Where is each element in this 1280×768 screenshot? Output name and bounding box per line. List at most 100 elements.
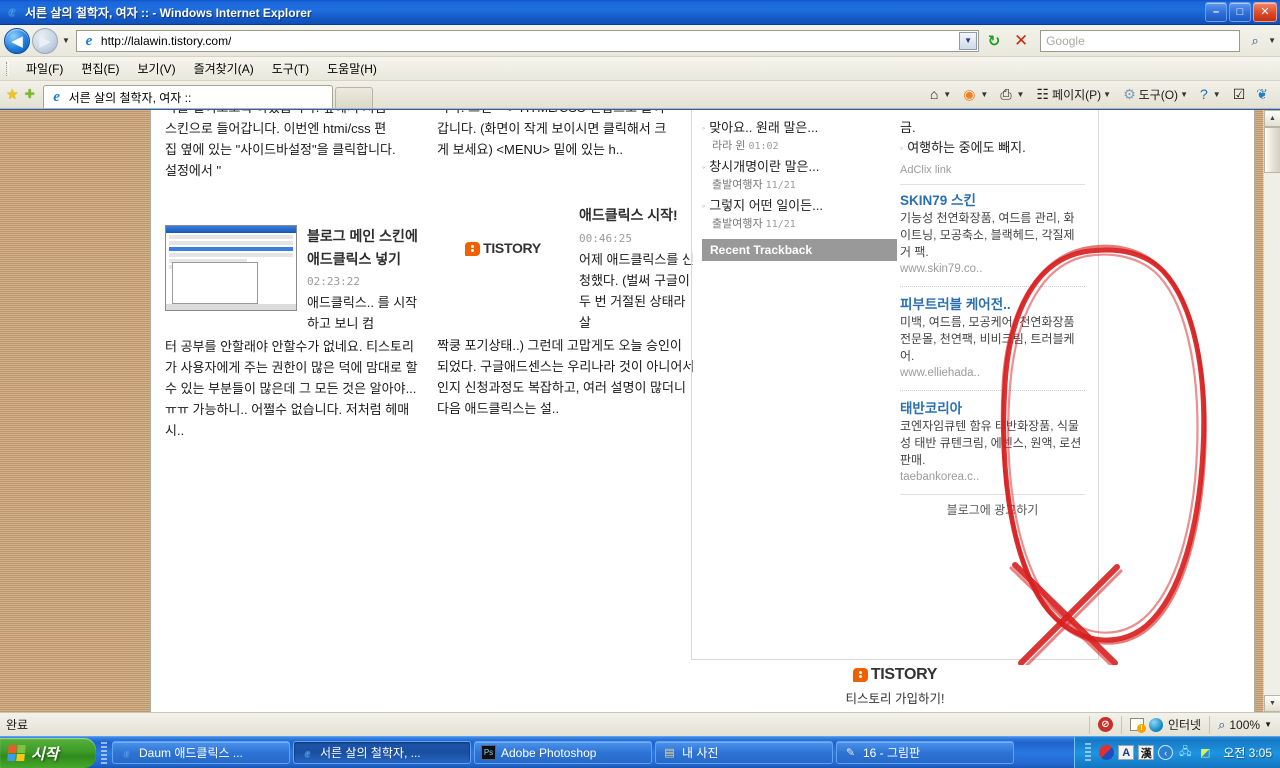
menu-item-help[interactable]: 도움말(H) [318,58,386,79]
comment-time: 11/21 [765,219,796,230]
stop-button[interactable]: ✕ [1009,29,1033,53]
scroll-down-button[interactable]: ▼ [1264,695,1280,712]
maximize-button[interactable]: □ [1229,2,1251,22]
title-bar: e 서른 살의 철학자, 여자 :: - Windows Internet Ex… [0,0,1280,25]
taskbar: 시작 e Daum 애드클릭스 ... e 서른 살의 철학자, ... Ps … [0,736,1280,768]
clipped-sidebar-text-b[interactable]: ◦ 여행하는 중에도 빼지. [900,138,1085,158]
new-tab-button[interactable] [334,87,373,108]
chevron-down-icon[interactable]: ▼ [1264,720,1272,729]
menu-item-view[interactable]: 보기(V) [128,58,184,79]
taskbar-item-blog[interactable]: e 서른 살의 철학자, ... [293,741,471,764]
favorites-star-icon[interactable]: ★ [6,86,19,103]
intro-line-1: 갑니다. (화면이 작게 보이시면 클릭해서 크 [437,121,667,136]
printer-icon: ⎙ [1000,85,1012,102]
list-item[interactable]: ◦ 창시개명이란 말은... 출발여행자 11/21 [702,157,887,194]
ad-title[interactable]: 피부트러블 케어전.. [900,295,1085,314]
korean-flag-icon[interactable] [1099,745,1115,760]
tistory-signup-link[interactable]: 티스토리 가입하기! [691,688,1099,707]
address-input[interactable]: e http://lalawin.tistory.com/ ▼ [75,29,980,52]
feeds-button[interactable]: ◉ ▼ [960,86,995,103]
taskbar-item-daum-adclix[interactable]: e Daum 애드클릭스 ... [112,741,290,764]
taskbar-item-paint[interactable]: ✎ 16 - 그림판 [836,741,1014,764]
address-dropdown-icon[interactable]: ▼ [959,31,978,50]
menu-item-file[interactable]: 파일(F) [17,58,72,79]
internet-zone-icon [1148,717,1163,732]
tistory-wordmark: TISTORY [870,666,938,683]
research-button[interactable]: ☑ [1230,86,1252,103]
taskbar-grip[interactable] [101,741,107,764]
comment-text: 창시개명이란 말은... [709,159,820,174]
post-title[interactable]: 블로그 메인 스킨에 애드클릭스 넣기 [307,225,423,271]
taskbar-item-label: 내 사진 [682,746,719,760]
taskbar-item-label: Adobe Photoshop [501,745,597,760]
divider [900,184,1085,185]
stop-icon: ✕ [1013,30,1029,50]
zoom-control[interactable]: ⌕ 100% ▼ [1210,717,1280,733]
post-thumbnail[interactable] [165,225,297,311]
chevron-down-icon[interactable]: ▼ [943,90,951,99]
tools-menu-button[interactable]: ⚙ 도구(O) ▼ [1120,86,1195,103]
ad-title[interactable]: SKIN79 스킨 [900,191,1085,210]
chevron-down-icon[interactable]: ▼ [1213,90,1221,99]
taskbar-clock[interactable]: 오전 3:05 [1223,744,1272,761]
back-button[interactable]: ◀ [4,27,30,54]
forward-arrow-icon: ▶ [39,32,51,50]
chevron-down-icon[interactable]: ▼ [1180,90,1188,99]
paint-icon: ✎ [845,747,856,759]
taskbar-item-my-pictures[interactable]: ▤ 내 사진 [655,741,833,764]
search-go-button[interactable]: ⌕ [1244,30,1266,52]
post-excerpt-body: 짝쿵 포기상태..) 그런데 고맙게도 오늘 승인이 되었다. 구글애드센스는 … [437,338,695,416]
bullet-icon: ◦ [702,123,706,133]
recent-trackback-header: Recent Trackback [702,239,897,261]
add-favorite-icon[interactable]: ✚ [25,87,35,101]
ime-hanja-icon[interactable]: 漢 [1138,745,1155,760]
search-input[interactable]: Google [1040,29,1241,52]
popup-blocker-indicator[interactable]: ⊘ [1090,714,1121,736]
minimize-button[interactable]: – [1205,2,1227,22]
list-item[interactable]: ◦ 맞아요.. 원래 말은... 라라 윈 01:02 [702,118,887,155]
list-item[interactable]: ◦ 그렇지 어떤 일이든... 출발여행자 11/21 [702,196,887,233]
search-dropdown-icon[interactable]: ▼ [1268,36,1276,45]
post-title[interactable]: 애드클릭스 시작! [579,207,678,223]
comment-author: 출발여행자 [712,179,763,191]
ad-title[interactable]: 태반코리아 [900,399,1085,418]
tray-grip[interactable] [1085,742,1092,763]
divider [900,390,1085,391]
menu-item-edit[interactable]: 편집(E) [72,58,128,79]
forward-button[interactable]: ▶ [32,27,58,54]
volume-icon[interactable]: ◩ [1197,745,1213,761]
print-button[interactable]: ⎙ ▼ [997,86,1031,103]
photoshop-icon: Ps [481,745,496,760]
page-menu-button[interactable]: ☷ 페이지(P) ▼ [1033,86,1118,103]
scrollbar-thumb[interactable] [1264,127,1280,173]
refresh-button[interactable]: ↻ [982,29,1006,53]
ad-item[interactable]: 태반코리아 코엔자임큐텐 함유 태반화장품, 식물성 태반 큐텐크림, 에센스,… [900,399,1085,486]
chevron-down-icon[interactable]: ▼ [1103,90,1111,99]
menu-item-tools[interactable]: 도구(T) [263,58,318,79]
browser-tab[interactable]: e 서른 살의 철학자, 여자 :: [42,85,333,108]
scroll-up-button[interactable]: ▲ [1264,110,1280,127]
security-zone-indicator[interactable]: 인터넷 [1122,714,1209,736]
ad-cta-link[interactable]: 블로그에 광고하기 [900,501,1085,518]
status-right-group: ⊘ 인터넷 ⌕ 100% ▼ [1088,714,1280,736]
tab-bar: ★ ✚ e 서른 살의 철학자, 여자 :: ⌂ ▼ ◉ ▼ ⎙ ▼ ☷ 페이지… [0,81,1280,109]
ad-item[interactable]: 피부트러블 케어전.. 미백, 여드름, 모공케어, 천연화장품 전문몰, 천연… [900,295,1085,382]
menu-grip[interactable] [6,61,9,76]
taskbar-item-photoshop[interactable]: Ps Adobe Photoshop [474,741,652,764]
ad-item[interactable]: SKIN79 스킨 기능성 천연화장품, 여드름 관리, 화이트닝, 모공축소,… [900,191,1085,278]
network-icon[interactable]: 🖧 [1177,745,1193,761]
page-scrollbar[interactable]: ▲ ▼ [1263,110,1280,712]
intro-line-1: 스킨으로 들어갑니다. 이번엔 htmi/css 편 [165,121,387,136]
start-button[interactable]: 시작 [0,738,96,768]
ime-alpha-icon[interactable]: A [1118,745,1135,760]
messenger-button[interactable]: ❦ [1253,86,1274,103]
history-dropdown-icon[interactable]: ▼ [62,36,70,45]
close-button[interactable]: ✕ [1253,2,1277,22]
menu-item-favorites[interactable]: 즐겨찾기(A) [185,58,263,79]
chevron-down-icon[interactable]: ▼ [980,90,988,99]
folder-icon: ▤ [664,747,675,759]
tray-expand-icon[interactable]: ‹ [1158,745,1174,760]
help-button[interactable]: ? ▼ [1197,86,1228,102]
chevron-down-icon[interactable]: ▼ [1017,90,1025,99]
home-button[interactable]: ⌂ ▼ [927,86,958,102]
